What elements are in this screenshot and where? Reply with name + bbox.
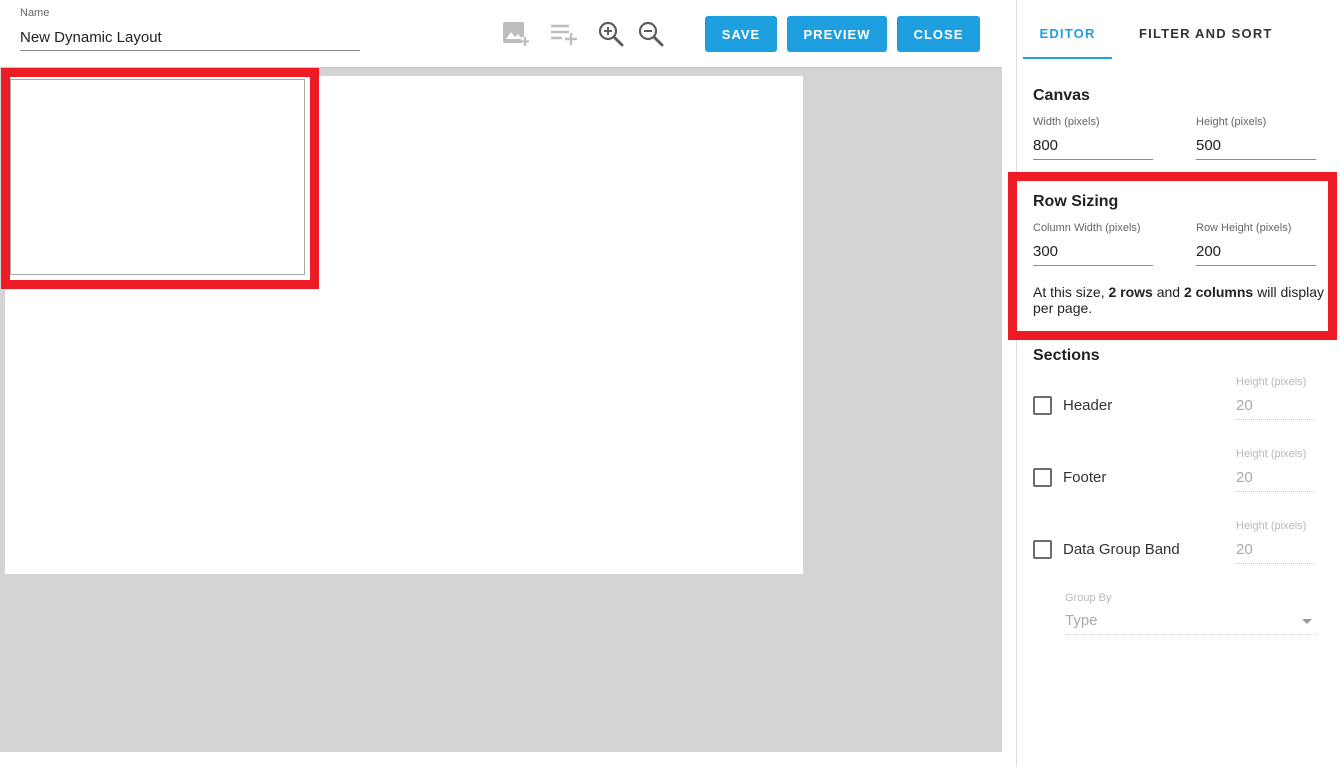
tab-filter-and-sort[interactable]: FILTER AND SORT [1139, 26, 1273, 59]
add-row-icon[interactable] [550, 20, 578, 48]
data-group-band-height-label: Height (pixels) [1236, 520, 1307, 532]
toolbar: Name SAVE PREVIEW CLOSE [0, 0, 1002, 67]
highlight-box-cell [1, 68, 319, 289]
footer-height-label: Height (pixels) [1236, 448, 1307, 460]
group-by-value: Type [1065, 612, 1098, 629]
footer-section-option[interactable]: Footer [1033, 468, 1106, 487]
data-group-band-checkbox-label: Data Group Band [1063, 541, 1180, 558]
group-by-select[interactable]: Type [1065, 611, 1316, 635]
preview-button[interactable]: PREVIEW [787, 16, 887, 52]
footer-checkbox-label: Footer [1063, 469, 1107, 486]
properties-panel: EDITOR FILTER AND SORT Canvas Width (pix… [1017, 0, 1340, 767]
header-height-label: Height (pixels) [1236, 376, 1307, 388]
footer-checkbox[interactable] [1033, 468, 1052, 487]
canvas-width-label: Width (pixels) [1033, 116, 1100, 128]
canvas-width-field[interactable]: 800 [1033, 136, 1153, 160]
header-section-option[interactable]: Header [1033, 396, 1112, 415]
data-group-band-height-field[interactable]: 20 [1236, 540, 1314, 564]
zoom-out-icon[interactable] [637, 20, 665, 48]
zoom-in-icon[interactable] [597, 20, 625, 48]
header-height-field[interactable]: 20 [1236, 396, 1314, 420]
canvas-height-field[interactable]: 500 [1196, 136, 1316, 160]
layout-name-input[interactable] [20, 25, 360, 51]
name-label: Name [20, 7, 50, 19]
header-checkbox[interactable] [1033, 396, 1052, 415]
add-image-icon[interactable] [502, 20, 530, 48]
data-group-band-checkbox[interactable] [1033, 540, 1052, 559]
tab-editor[interactable]: EDITOR [1023, 26, 1112, 59]
sections-title: Sections [1033, 347, 1100, 364]
save-button[interactable]: SAVE [705, 16, 777, 52]
group-by-label: Group By [1065, 592, 1112, 604]
close-button[interactable]: CLOSE [897, 16, 980, 52]
chevron-down-icon [1302, 619, 1312, 624]
header-checkbox-label: Header [1063, 397, 1113, 414]
canvas-section-title: Canvas [1033, 87, 1090, 104]
canvas-height-label: Height (pixels) [1196, 116, 1267, 128]
highlight-box-row-sizing [1008, 172, 1337, 340]
data-group-band-section-option[interactable]: Data Group Band [1033, 540, 1180, 559]
footer-height-field[interactable]: 20 [1236, 468, 1314, 492]
